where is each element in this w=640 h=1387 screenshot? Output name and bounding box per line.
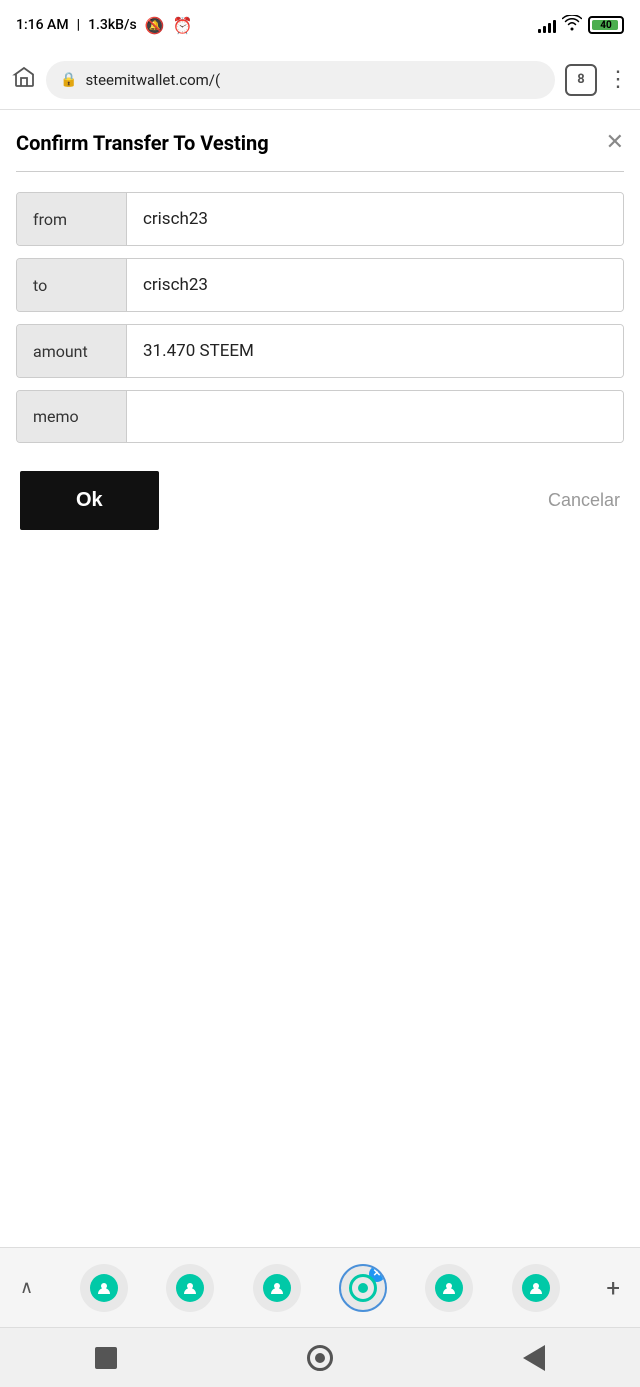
memo-label: memo [17, 391, 127, 442]
status-right: 40 [538, 15, 624, 35]
dialog-header: Confirm Transfer To Vesting ✕ [16, 130, 624, 155]
home-icon[interactable] [12, 65, 36, 95]
dialog-title: Confirm Transfer To Vesting [16, 131, 269, 155]
url-text: steemitwallet.com/( [85, 71, 220, 89]
new-tab-button[interactable]: + [598, 1266, 628, 1310]
to-label: to [17, 259, 127, 311]
main-content: Confirm Transfer To Vesting ✕ from crisc… [0, 110, 640, 550]
nav-up-arrow[interactable]: ∧ [12, 1269, 41, 1306]
browser-bar: 🔒 steemitwallet.com/( 8 ⋮ [0, 50, 640, 110]
amount-value: 31.470 STEEM [127, 325, 623, 377]
stop-button[interactable] [95, 1347, 117, 1369]
status-left: 1:16 AM | 1.3kB/s 🔕 ⏰ [16, 16, 193, 35]
home-button[interactable] [307, 1345, 333, 1371]
tab-5[interactable] [425, 1264, 473, 1312]
memo-value[interactable] [127, 391, 623, 442]
bottom-tab-bar: ∧ ✕ [0, 1247, 640, 1327]
from-value: crisch23 [127, 193, 623, 245]
menu-dots-icon[interactable]: ⋮ [607, 67, 628, 92]
tab-2[interactable] [166, 1264, 214, 1312]
bottom-nav [0, 1327, 640, 1387]
battery-indicator: 40 [588, 16, 624, 34]
tab-count[interactable]: 8 [565, 64, 597, 96]
close-icon[interactable]: ✕ [606, 130, 624, 155]
dialog-divider [16, 171, 624, 172]
from-label: from [17, 193, 127, 245]
cancel-button[interactable]: Cancelar [548, 490, 620, 511]
to-value: crisch23 [127, 259, 623, 311]
lock-icon: 🔒 [60, 72, 77, 88]
back-button[interactable] [523, 1345, 545, 1371]
tab-1[interactable] [80, 1264, 128, 1312]
speed-label: 1.3kB/s [88, 17, 137, 33]
from-field-row: from crisch23 [16, 192, 624, 246]
alarm-icon: ⏰ [173, 16, 193, 35]
tab-3[interactable] [253, 1264, 301, 1312]
notification-icon: 🔕 [145, 16, 165, 35]
signal-icon [538, 17, 556, 33]
wifi-icon [562, 15, 582, 35]
ok-button[interactable]: Ok [20, 471, 159, 530]
url-bar[interactable]: 🔒 steemitwallet.com/( [46, 61, 555, 99]
amount-label: amount [17, 325, 127, 377]
tab-4-active[interactable]: ✕ [339, 1264, 387, 1312]
button-row: Ok Cancelar [16, 471, 624, 530]
to-field-row: to crisch23 [16, 258, 624, 312]
separator: | [77, 17, 80, 33]
amount-field-row: amount 31.470 STEEM [16, 324, 624, 378]
status-bar: 1:16 AM | 1.3kB/s 🔕 ⏰ 40 [0, 0, 640, 50]
memo-field-row: memo [16, 390, 624, 443]
tab-6[interactable] [512, 1264, 560, 1312]
time-label: 1:16 AM [16, 17, 69, 33]
